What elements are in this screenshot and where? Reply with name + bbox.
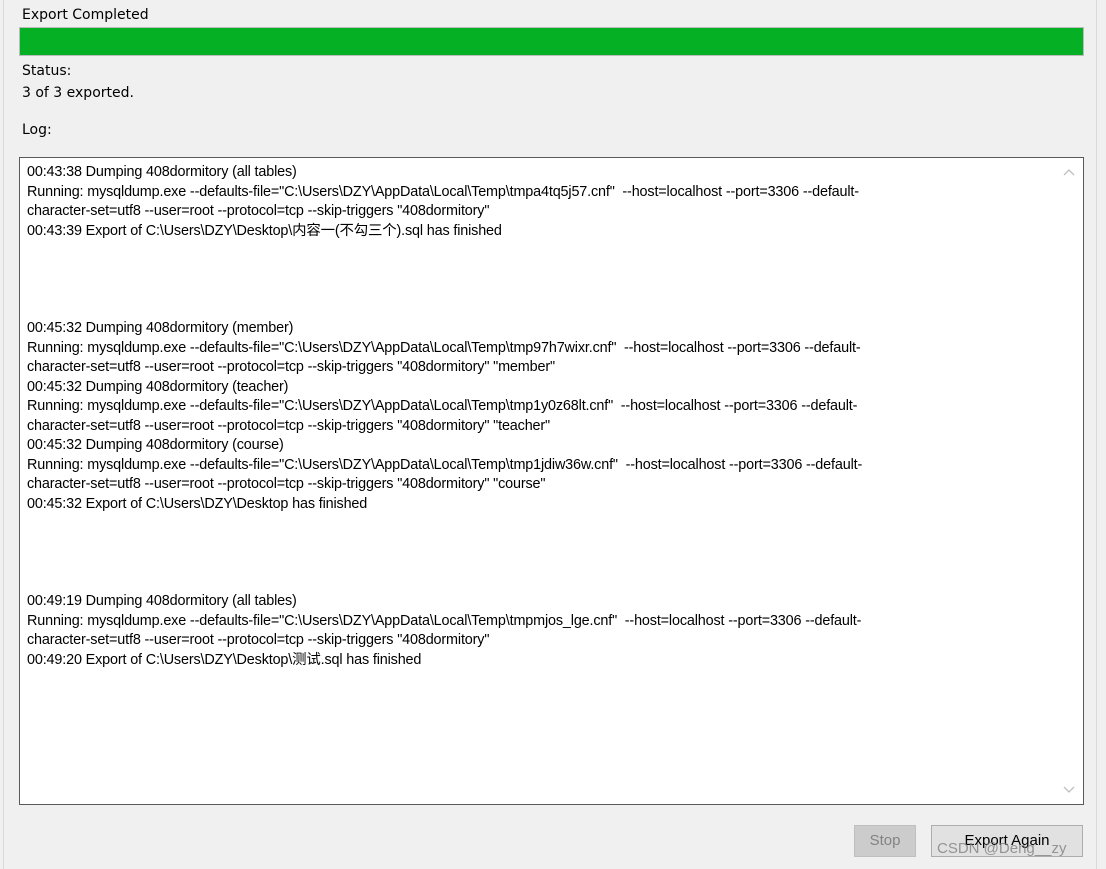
log-output-box[interactable]: 00:43:38 Dumping 408dormitory (all table… [19,157,1084,805]
panel-right-border [1096,0,1097,869]
log-label: Log: [22,122,52,138]
log-scrollbar[interactable] [1055,158,1083,804]
chevron-up-icon[interactable] [1062,166,1076,180]
stop-button[interactable]: Stop [854,825,916,857]
progress-bar-fill [20,28,1083,55]
export-status-title: Export Completed [22,7,149,23]
panel-left-border [3,0,4,869]
status-label: Status: [22,63,72,79]
progress-bar [19,27,1084,56]
log-text: 00:43:38 Dumping 408dormitory (all table… [27,164,863,668]
chevron-down-icon[interactable] [1062,782,1076,796]
export-progress-panel: Export Completed Status: 3 of 3 exported… [0,0,1106,869]
status-value: 3 of 3 exported. [22,85,134,101]
csdn-watermark: CSDN @Deng__zy [937,840,1067,857]
